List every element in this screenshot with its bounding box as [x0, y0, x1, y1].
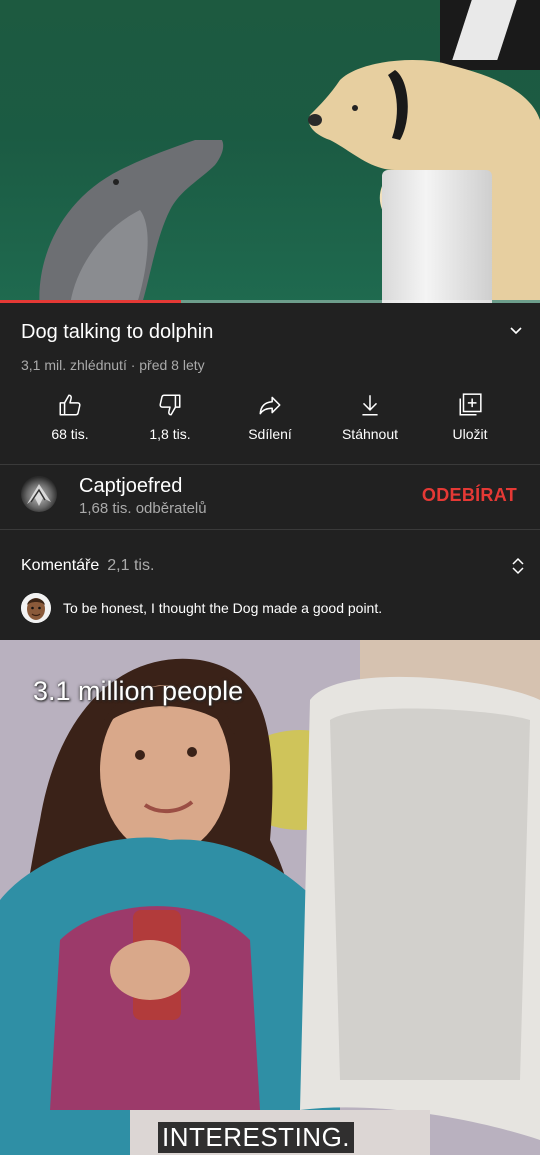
channel-avatar[interactable] [21, 476, 57, 512]
comment-text: To be honest, I thought the Dog made a g… [63, 600, 383, 616]
share-button[interactable]: Sdílení [220, 392, 320, 454]
video-player[interactable] [0, 0, 540, 303]
divider [0, 529, 540, 530]
commenter-avatar[interactable] [21, 593, 51, 623]
download-button[interactable]: Stáhnout [320, 392, 420, 454]
channel-name[interactable]: Captjoefred [79, 475, 182, 498]
action-bar: 68 tis. 1,8 tis. Sdílení Stáhnout Uložit [0, 392, 540, 454]
comments-title: Komentáře [21, 557, 100, 574]
thumbs-down-icon [159, 394, 181, 416]
share-label: Sdílení [248, 426, 292, 442]
meme-top-text: 3.1 million people [33, 676, 244, 706]
comments-count: 2,1 tis. [107, 557, 155, 574]
top-comment[interactable]: To be honest, I thought the Dog made a g… [21, 593, 521, 625]
dolphin-image [39, 140, 224, 303]
add-to-playlist-icon [459, 393, 482, 416]
chevron-down-icon[interactable] [508, 323, 524, 339]
expand-collapse-icon[interactable] [510, 556, 526, 576]
save-button[interactable]: Uložit [420, 392, 520, 454]
thumbs-up-icon [59, 394, 81, 416]
meme-image: 3.1 million people INTERESTING. [0, 640, 540, 1155]
meme-scene-illustration [0, 640, 540, 1155]
like-button[interactable]: 68 tis. [20, 392, 120, 454]
dislike-count: 1,8 tis. [149, 426, 191, 442]
face-avatar-icon [21, 593, 51, 623]
channel-row[interactable]: Captjoefred 1,68 tis. odběratelů ODEBÍRA… [0, 465, 540, 528]
subscribe-button[interactable]: ODEBÍRAT [422, 485, 517, 506]
download-label: Stáhnout [341, 426, 399, 442]
video-title: Dog talking to dolphin [21, 321, 214, 343]
meme-caption: INTERESTING. [158, 1122, 355, 1153]
comments-header[interactable]: Komentáře 2,1 tis. [21, 557, 154, 575]
dislike-button[interactable]: 1,8 tis. [120, 392, 220, 454]
like-count: 68 tis. [51, 426, 89, 442]
video-title-row[interactable]: Dog talking to dolphin [21, 321, 524, 344]
video-meta: 3,1 mil. zhlédnutí · před 8 lety [21, 357, 205, 373]
progress-fill [0, 300, 181, 303]
channel-logo-icon [27, 484, 51, 506]
subscriber-count: 1,68 tis. odběratelů [79, 500, 207, 517]
boat-rail [382, 170, 492, 303]
download-icon [362, 395, 378, 416]
share-icon [259, 396, 281, 415]
save-label: Uložit [452, 426, 488, 442]
